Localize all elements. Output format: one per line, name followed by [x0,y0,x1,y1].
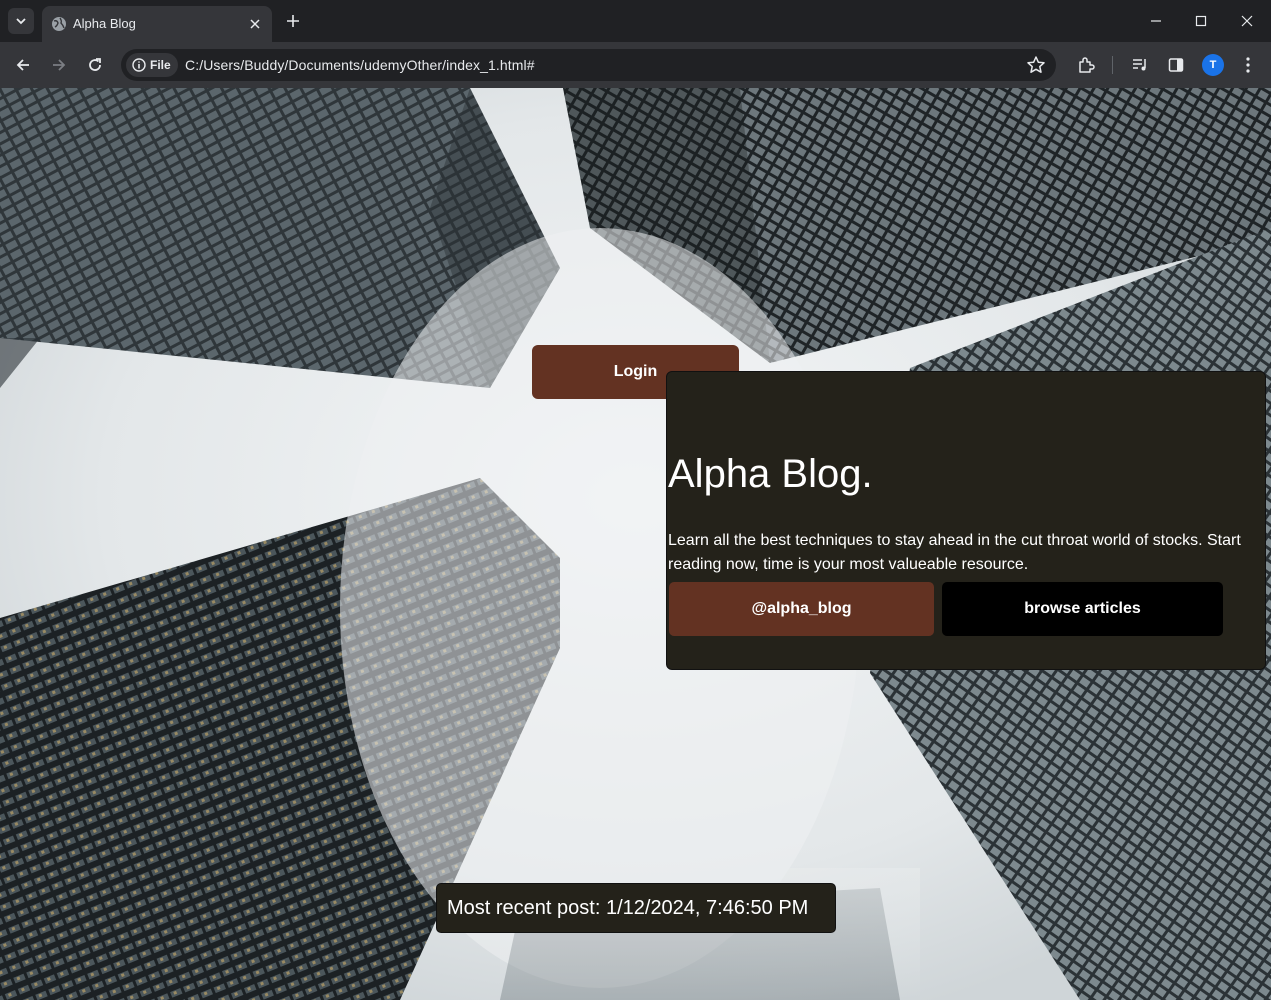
site-chip-label: File [150,58,171,72]
tab-title: Alpha Blog [73,16,136,31]
new-tab-button[interactable] [283,11,303,31]
tab-alpha-blog[interactable]: Alpha Blog [42,6,272,42]
forward-button[interactable] [48,54,70,76]
maximize-icon [1195,15,1207,27]
window-close-icon [1241,15,1253,27]
page-viewport: Login Alpha Blog. Learn all the best tec… [0,88,1271,1000]
tab-close-button[interactable] [246,15,264,33]
reload-icon [89,58,101,71]
site-info-chip[interactable]: File [126,53,178,77]
most-recent-post-badge: Most recent post: 1/12/2024, 7:46:50 PM [436,883,836,933]
toolbar-divider [1112,56,1113,74]
plus-icon [287,15,299,27]
alpha-blog-handle-button[interactable]: @alpha_blog [669,582,934,636]
globe-icon [52,17,66,31]
maximize-button[interactable] [1191,12,1211,30]
hero-panel: Alpha Blog. Learn all the best technique… [666,371,1266,670]
reload-button[interactable] [84,54,106,76]
browser-toolbar: File C:/Users/Buddy/Documents/udemyOther… [0,42,1271,88]
extensions-button[interactable] [1075,54,1097,76]
forward-icon [53,59,66,71]
bookmark-button[interactable] [1026,55,1046,80]
tab-search-icon [16,18,26,25]
back-button[interactable] [12,54,34,76]
tab-search-button[interactable] [8,8,34,34]
minimize-button[interactable] [1146,12,1166,30]
back-icon [16,59,29,71]
extensions-icon [1079,57,1095,73]
browser-menu-button[interactable] [1237,54,1259,76]
hero-title: Alpha Blog. [668,452,873,496]
media-controls-button[interactable] [1129,54,1151,76]
media-icon [1133,59,1146,71]
profile-avatar[interactable]: T [1202,54,1224,76]
hero-description: Learn all the best techniques to stay ah… [668,532,1241,573]
minimize-icon [1151,20,1161,22]
kebab-menu-icon [1246,57,1250,73]
side-panel-button[interactable] [1165,54,1187,76]
info-icon [132,58,146,72]
browse-articles-button[interactable]: browse articles [942,582,1223,636]
sidepanel-icon [1168,58,1184,72]
tab-strip: Alpha Blog [0,0,1271,42]
url-text: C:/Users/Buddy/Documents/udemyOther/inde… [185,57,535,73]
address-bar[interactable]: File C:/Users/Buddy/Documents/udemyOther… [121,49,1056,81]
star-icon [1027,56,1045,73]
close-icon [250,19,260,29]
window-close-button[interactable] [1237,12,1257,30]
